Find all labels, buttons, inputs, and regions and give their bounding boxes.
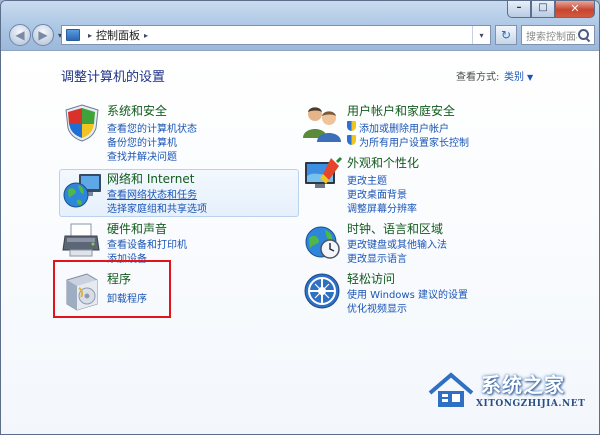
link-troubleshoot[interactable]: 查找并解决问题 [107,148,177,163]
category-title[interactable]: 时钟、语言和区域 [347,220,443,237]
watermark-logo: 系统之家 XITONGZHIJIA.NET [426,365,596,425]
main-content: 调整计算机的设置 查看方式: 类别 ▼ 系统和安全 查看您的计算机状态 备份您的计… [1,52,599,434]
network-globe-icon [63,174,101,208]
dropdown-caret-icon: ▼ [527,73,534,82]
category-title[interactable]: 外观和个性化 [347,154,419,171]
category-hardware-sound: 硬件和声音 查看设备和打印机 添加设备 [61,220,261,265]
view-by-dropdown[interactable]: 类别 ▼ [504,68,533,83]
link-change-keyboard-input[interactable]: 更改键盘或其他输入法 [347,236,447,251]
shield-icon [65,104,99,142]
control-panel-icon [66,29,80,41]
link-backup-computer[interactable]: 备份您的计算机 [107,134,177,149]
view-by-label: 查看方式: [456,72,500,83]
forward-arrow-icon: ▶ [38,28,48,42]
link-change-desktop-background[interactable]: 更改桌面背景 [347,186,407,201]
category-title[interactable]: 轻松访问 [347,270,395,287]
link-view-devices-printers[interactable]: 查看设备和打印机 [107,236,187,251]
close-icon: ✕ [570,2,580,15]
highlight-box [53,260,171,318]
link-homegroup-sharing[interactable]: 选择家庭组和共享选项 [107,200,207,215]
category-user-accounts: 用户帐户和家庭安全 添加或删除用户帐户 为所有用户设置家长控制 [301,102,521,149]
monitor-paint-icon [305,156,343,188]
page-title: 调整计算机的设置 [61,70,166,85]
link-view-network-status[interactable]: 查看网络状态和任务 [107,186,197,201]
clock-globe-icon [305,226,340,259]
breadcrumb-control-panel[interactable]: 控制面板 [96,27,140,43]
link-windows-suggested-settings[interactable]: 使用 Windows 建议的设置 [347,286,468,301]
link-adjust-resolution[interactable]: 调整屏幕分辨率 [347,200,417,215]
link-add-remove-users[interactable]: 添加或删除用户帐户 [347,120,449,135]
category-system-security: 系统和安全 查看您的计算机状态 备份您的计算机 查找并解决问题 [61,102,261,163]
category-title[interactable]: 硬件和声音 [107,220,167,237]
refresh-button[interactable]: ↻ [495,25,517,45]
category-ease-of-access: 轻松访问 使用 Windows 建议的设置 优化视频显示 [301,270,521,315]
link-parental-controls[interactable]: 为所有用户设置家长控制 [347,134,469,149]
category-title[interactable]: 用户帐户和家庭安全 [347,102,455,119]
users-icon [303,107,341,142]
back-arrow-icon: ◀ [15,28,25,42]
address-bar[interactable]: ▸ 控制面板 ▸ ▾ [61,25,491,45]
house-logo-icon [428,372,474,407]
refresh-icon: ↻ [500,28,512,42]
category-title[interactable]: 网络和 Internet [107,170,194,187]
link-view-computer-status[interactable]: 查看您的计算机状态 [107,120,197,135]
category-clock-language-region: 时钟、语言和区域 更改键盘或其他输入法 更改显示语言 [301,220,501,265]
category-title[interactable]: 系统和安全 [107,102,167,119]
maximize-icon: □ [538,2,548,13]
watermark-name: 系统之家 [481,373,565,397]
minimize-icon: – [516,2,522,13]
ease-of-access-icon [304,273,340,309]
window-chrome: – □ ✕ ◀ ▶ ▾ ▸ 控制面板 ▸ ▾ ↻ 搜索控制面板 [1,1,599,51]
maximize-button[interactable]: □ [531,1,555,18]
link-change-theme[interactable]: 更改主题 [347,172,387,187]
watermark-url: XITONGZHIJIA.NET [476,399,586,409]
control-panel-window: – □ ✕ ◀ ▶ ▾ ▸ 控制面板 ▸ ▾ ↻ 搜索控制面板 调整计算机的设置… [0,0,600,435]
search-input[interactable]: 搜索控制面板 [526,28,577,43]
category-appearance: 外观和个性化 更改主题 更改桌面背景 调整屏幕分辨率 [301,154,501,215]
window-buttons: – □ ✕ [507,1,595,18]
breadcrumb-chevron-icon[interactable]: ▸ [144,31,148,40]
search-box[interactable]: 搜索控制面板 [521,25,595,45]
link-optimize-visual-display[interactable]: 优化视频显示 [347,300,407,315]
link-change-display-language[interactable]: 更改显示语言 [347,250,407,265]
view-by-value: 类别 [504,72,524,83]
address-dropdown-icon[interactable]: ▾ [472,26,490,44]
forward-button[interactable]: ▶ [32,24,54,46]
breadcrumb-separator-icon[interactable]: ▸ [88,31,92,40]
minimize-button[interactable]: – [507,1,531,18]
navigation-buttons: ◀ ▶ ▾ [9,24,65,46]
search-icon[interactable] [577,28,591,42]
back-button[interactable]: ◀ [9,24,31,46]
category-network-internet: 网络和 Internet 查看网络状态和任务 选择家庭组和共享选项 [61,170,297,216]
close-button[interactable]: ✕ [555,1,595,18]
printer-icon [62,223,100,257]
